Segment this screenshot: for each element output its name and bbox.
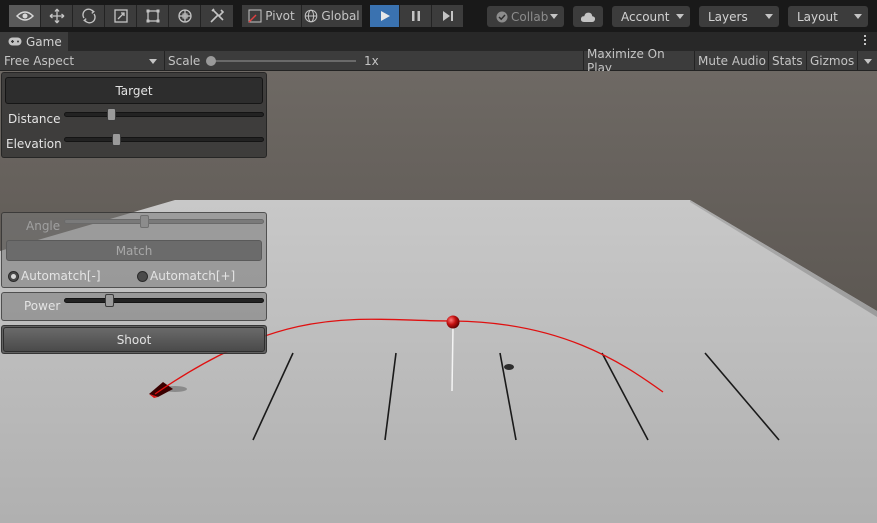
elevation-slider-thumb[interactable] <box>112 133 122 146</box>
projectile-ball <box>446 315 460 329</box>
scale-tool-button[interactable] <box>105 5 137 27</box>
elevation-slider[interactable] <box>64 133 264 146</box>
rotate-tool-button[interactable] <box>73 5 105 27</box>
cloud-button[interactable] <box>573 6 603 27</box>
angle-label: Angle <box>26 219 61 233</box>
automatch-minus-radio[interactable] <box>8 271 19 282</box>
chevron-down-icon <box>676 14 684 19</box>
layout-dropdown[interactable]: Layout <box>788 6 868 27</box>
angle-slider[interactable] <box>64 215 264 228</box>
rect-tool-button[interactable] <box>137 5 169 27</box>
collab-dropdown[interactable]: Collab <box>487 6 564 27</box>
power-slider[interactable] <box>64 294 264 307</box>
shoot-panel: Shoot <box>1 325 267 354</box>
gizmos-toggle[interactable]: Gizmos <box>806 51 857 71</box>
chevron-down-icon <box>854 14 862 19</box>
layers-label: Layers <box>708 9 748 24</box>
aspect-label: Free Aspect <box>4 54 75 68</box>
view-tool-icon <box>15 11 34 21</box>
play-button[interactable] <box>370 5 400 27</box>
rect-tool-icon <box>146 9 159 23</box>
match-button[interactable]: Match <box>6 240 262 261</box>
automatch-minus-label[interactable]: Automatch[-] <box>21 269 101 283</box>
kebab-menu-icon[interactable] <box>864 35 867 47</box>
gizmos-dropdown[interactable] <box>857 51 877 71</box>
stats-toggle[interactable]: Stats <box>768 51 806 71</box>
tab-game[interactable]: Game <box>0 32 68 51</box>
pivot-label: Pivot <box>265 9 295 23</box>
pause-icon <box>411 11 420 21</box>
automatch-plus-radio[interactable] <box>137 271 148 282</box>
automatch-plus-label[interactable]: Automatch[+] <box>150 269 235 283</box>
game-view-toolbar: Free Aspect Scale 1x Maximize On Play Mu… <box>0 47 877 75</box>
mute-audio-toggle[interactable]: Mute Audio <box>694 51 768 71</box>
step-button[interactable] <box>432 5 463 27</box>
globe-icon <box>305 9 318 23</box>
angle-slider-thumb[interactable] <box>140 215 150 228</box>
cloud-icon <box>580 12 596 22</box>
mute-audio-label: Mute Audio <box>698 54 766 68</box>
custom-tools-icon <box>210 8 225 23</box>
playmode-group <box>370 5 463 27</box>
scale-slider[interactable] <box>206 56 356 66</box>
collab-check-icon <box>496 11 508 22</box>
account-dropdown[interactable]: Account <box>612 6 690 27</box>
view-tool-button[interactable] <box>9 5 41 27</box>
match-button-label: Match <box>115 243 153 258</box>
chevron-down-icon <box>765 14 773 19</box>
target-button[interactable]: Target <box>5 77 263 104</box>
global-label: Global <box>321 9 360 23</box>
shoot-button-label: Shoot <box>116 332 152 347</box>
gizmos-label: Gizmos <box>810 54 855 68</box>
layout-label: Layout <box>797 9 838 24</box>
pause-button[interactable] <box>400 5 432 27</box>
target-panel: Target Distance Elevation <box>1 72 267 158</box>
transform-tools-group <box>9 5 233 27</box>
pivot-icon <box>248 9 262 23</box>
chevron-down-icon <box>864 59 872 64</box>
pivot-toggle[interactable]: Pivot <box>242 5 302 27</box>
power-panel: Power <box>1 292 267 321</box>
ball-height-marker <box>451 326 454 392</box>
tab-game-label: Game <box>26 34 62 49</box>
chevron-down-icon <box>149 59 157 64</box>
distance-label: Distance <box>8 112 61 126</box>
rotate-tool-icon <box>81 8 96 24</box>
target-button-label: Target <box>115 83 153 98</box>
scale-slider-thumb[interactable] <box>206 56 216 66</box>
custom-tools-button[interactable] <box>201 5 233 27</box>
move-tool-button[interactable] <box>41 5 73 27</box>
distance-slider[interactable] <box>64 108 264 121</box>
layers-dropdown[interactable]: Layers <box>699 6 779 27</box>
move-tool-icon <box>49 8 64 24</box>
stats-label: Stats <box>772 54 803 68</box>
angle-panel: Angle Match Automatch[-] Automatch[+] <box>1 212 267 288</box>
pivot-global-group: Pivot Global <box>242 5 362 27</box>
global-toggle[interactable]: Global <box>302 5 362 27</box>
chevron-down-icon <box>550 14 558 19</box>
step-icon <box>442 11 453 21</box>
maximize-on-play-toggle[interactable]: Maximize On Play <box>583 47 693 75</box>
scale-tool-icon <box>113 9 128 23</box>
main-toolbar: Pivot Global Collab Account Layers Layou <box>0 0 877 32</box>
account-label: Account <box>621 9 670 24</box>
power-slider-thumb[interactable] <box>104 294 114 307</box>
gamepad-icon <box>8 37 22 46</box>
power-label: Power <box>24 299 61 313</box>
ball-shadow <box>504 364 514 370</box>
aspect-dropdown[interactable]: Free Aspect <box>4 51 161 71</box>
scale-label: Scale <box>168 54 201 68</box>
game-tab-bar: Game <box>0 32 877 51</box>
play-icon <box>380 11 390 21</box>
scale-value: 1x <box>364 54 379 68</box>
transform-tool-button[interactable] <box>169 5 201 27</box>
elevation-label: Elevation <box>6 137 62 151</box>
shoot-button[interactable]: Shoot <box>3 327 265 352</box>
scale-control: Scale 1x <box>164 51 379 71</box>
distance-slider-thumb[interactable] <box>106 108 116 121</box>
game-viewport[interactable]: Target Distance Elevation Angle Match Au… <box>0 71 877 523</box>
collab-label: Collab <box>511 9 549 24</box>
transform-tool-icon <box>177 9 192 23</box>
